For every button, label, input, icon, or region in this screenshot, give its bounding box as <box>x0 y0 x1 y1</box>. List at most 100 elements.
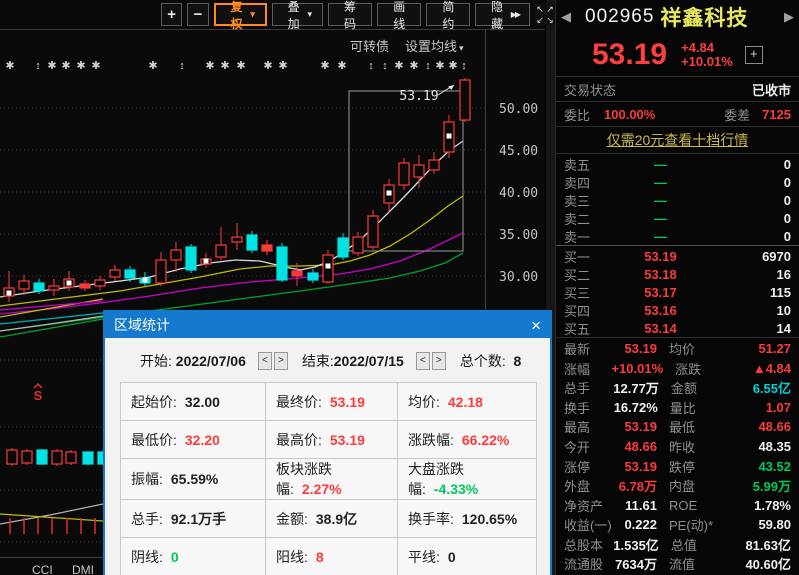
event-marker-icon[interactable]: ✱ <box>220 60 229 72</box>
chevron-down-icon: ▾ <box>459 43 464 53</box>
candle-body <box>156 260 166 283</box>
zoom-in-button[interactable]: + <box>161 3 182 26</box>
stock-name: 祥鑫科技 <box>660 2 784 32</box>
trade-status-row: 交易状态 已收市 <box>556 77 799 102</box>
sell-signal-marker[interactable]: S <box>34 388 43 403</box>
event-marker-icon[interactable]: ↕ <box>368 60 374 72</box>
event-marker-icon[interactable]: ✱ <box>47 60 56 72</box>
zoom-out-button[interactable]: − <box>187 3 208 26</box>
event-marker-icon[interactable]: ✱ <box>394 60 403 72</box>
event-marker-icon[interactable]: ✱ <box>278 60 287 72</box>
event-marker-icon[interactable]: ↕ <box>461 60 467 72</box>
cell-value: 53.19 <box>330 432 365 448</box>
buy-level-label: 买五 <box>564 319 600 338</box>
change-percent: +10.01% <box>681 54 733 69</box>
y-axis-tick-label: 50.00 <box>499 102 538 117</box>
next-stock-arrow[interactable]: ▶ <box>784 9 794 25</box>
buy-row[interactable]: 买四 53.16 10 <box>556 301 799 319</box>
candle-body <box>19 281 29 289</box>
add-to-watchlist-button[interactable]: + <box>745 46 763 64</box>
event-marker-icon[interactable]: ✱ <box>205 60 214 72</box>
cell-value: 0 <box>448 549 456 565</box>
empty-price-dash: — <box>600 229 721 244</box>
event-marker-icon[interactable]: ✱ <box>409 60 418 72</box>
simple-mode-button[interactable]: 简约 <box>426 3 470 26</box>
start-date-next-button[interactable]: > <box>274 352 288 370</box>
event-marker-icon[interactable]: ✱ <box>61 60 70 72</box>
stat-label: 流通股 <box>564 554 614 573</box>
stat-value: 7634万 <box>614 554 657 573</box>
chevron-down-icon: ▾ <box>307 10 312 19</box>
sell-row[interactable]: 卖二 — 0 <box>556 209 799 227</box>
event-marker-icon[interactable]: ✱ <box>148 60 157 72</box>
stat-label: 昨收 <box>657 437 725 456</box>
event-marker-icon[interactable]: ✱ <box>337 60 346 72</box>
event-marker-icon[interactable]: ↕ <box>425 60 431 72</box>
sell-level-label: 卖二 <box>564 209 600 228</box>
buy-row[interactable]: 买一 53.19 6970 <box>556 247 799 265</box>
stock-app-window: 50.0045.0040.0035.0030.00✱↕✱✱✱✱✱↕✱✱✱✱✱✱✱… <box>0 0 799 575</box>
candle-body <box>368 216 378 247</box>
candle-body <box>171 250 181 260</box>
event-marker-icon[interactable]: ↕ <box>382 60 388 72</box>
buy-row[interactable]: 买三 53.17 115 <box>556 283 799 301</box>
trade-status-label: 交易状态 <box>564 80 616 99</box>
overlay-dropdown[interactable]: 叠加 ▾ <box>272 3 323 26</box>
event-marker-icon[interactable]: ↕ <box>35 60 41 72</box>
candle-body <box>232 237 242 242</box>
sell-row[interactable]: 卖三 — 0 <box>556 191 799 209</box>
sell-volume: 0 <box>721 211 791 226</box>
sell-level-label: 卖五 <box>564 155 600 174</box>
event-marker-icon[interactable]: ✱ <box>91 60 100 72</box>
stock-code: 002965 <box>585 6 654 28</box>
chip-distribution-button[interactable]: 筹码 <box>328 3 372 26</box>
close-icon[interactable]: × <box>531 317 541 334</box>
end-date-next-button[interactable]: > <box>432 352 446 370</box>
stat-value: 16.72% <box>614 400 658 415</box>
hide-toolbar-button[interactable]: 隐藏 ▶▶ <box>475 3 530 26</box>
stat-row: 换手 16.72% 量比 1.07 <box>556 398 799 418</box>
end-date-prev-button[interactable]: < <box>416 352 430 370</box>
stat-value: 0.222 <box>614 517 657 532</box>
stat-row: 流通股 7634万 流值 40.60亿 <box>556 554 799 574</box>
event-marker-icon[interactable]: ↕ <box>179 60 185 72</box>
draw-line-button[interactable]: 画线 <box>377 3 421 26</box>
event-marker-icon[interactable]: ✱ <box>320 60 329 72</box>
start-date-label: 开始: <box>140 351 172 371</box>
sell-row[interactable]: 卖一 — 0 <box>556 227 799 245</box>
indicator-tab-dmi[interactable]: DMI <box>72 563 94 575</box>
cell-label: 最终价: <box>276 394 322 410</box>
dialog-title: 区域统计 <box>114 315 170 335</box>
overlay-label: 叠加 <box>283 0 305 32</box>
event-marker-icon[interactable]: ✱ <box>76 60 85 72</box>
cell-label: 振幅: <box>131 471 163 487</box>
event-marker-icon[interactable]: ✱ <box>263 60 272 72</box>
dialog-titlebar[interactable]: 区域统计 × <box>105 312 550 338</box>
stat-value: 40.60亿 <box>725 554 791 573</box>
stat-row: 总手 12.77万 金额 6.55亿 <box>556 378 799 398</box>
sell-row[interactable]: 卖四 — 0 <box>556 173 799 191</box>
stat-value: +10.01% <box>611 361 663 376</box>
event-marker-icon[interactable]: ✱ <box>236 60 245 72</box>
table-cell: 涨跌幅:66.22% <box>398 421 537 459</box>
stat-value: 53.19 <box>614 341 657 356</box>
price-adjust-dropdown[interactable]: 复权 ▾ <box>214 3 267 26</box>
cell-value: 2.27% <box>302 481 342 497</box>
level10-quote-link[interactable]: 仅需20元查看十档行情 <box>607 130 749 150</box>
end-date-value: 2022/07/15 <box>334 353 404 369</box>
cell-value: 65.59% <box>171 471 218 487</box>
start-date-prev-button[interactable]: < <box>258 352 272 370</box>
event-marker-icon[interactable]: ✱ <box>435 60 444 72</box>
buy-row[interactable]: 买五 53.14 14 <box>556 319 799 337</box>
ma-settings-dropdown[interactable]: 设置均线▾ <box>405 36 464 55</box>
prev-stock-arrow[interactable]: ◀ <box>561 9 571 25</box>
sell-row[interactable]: 卖五 — 0 <box>556 155 799 173</box>
fullscreen-icon[interactable]: ↖↗↙↘ <box>535 4 555 25</box>
convertible-bond-link[interactable]: 可转债 <box>350 36 389 55</box>
table-cell: 平线:0 <box>398 538 537 575</box>
indicator-tab-cci[interactable]: CCI <box>32 563 53 575</box>
event-marker-icon[interactable]: ✱ <box>5 60 14 72</box>
buy-row[interactable]: 买二 53.18 16 <box>556 265 799 283</box>
event-marker-icon[interactable]: ✱ <box>448 60 457 72</box>
candle-body <box>216 245 226 257</box>
